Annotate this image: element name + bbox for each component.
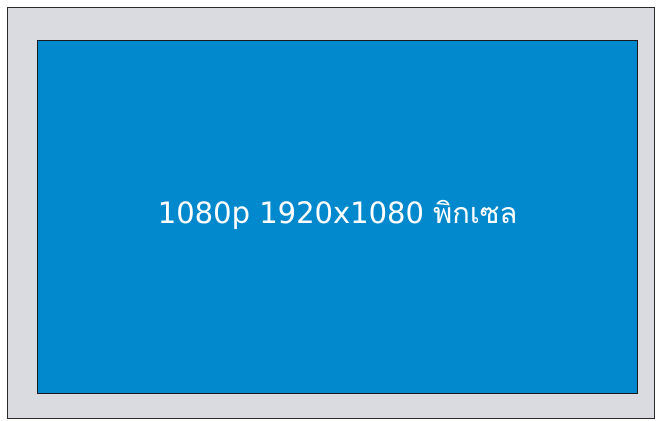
monitor-bezel: 1080p 1920x1080 พิกเซล bbox=[7, 7, 655, 419]
resolution-label: 1080p 1920x1080 พิกเซล bbox=[157, 196, 518, 230]
screen-area: 1080p 1920x1080 พิกเซล bbox=[37, 40, 638, 394]
